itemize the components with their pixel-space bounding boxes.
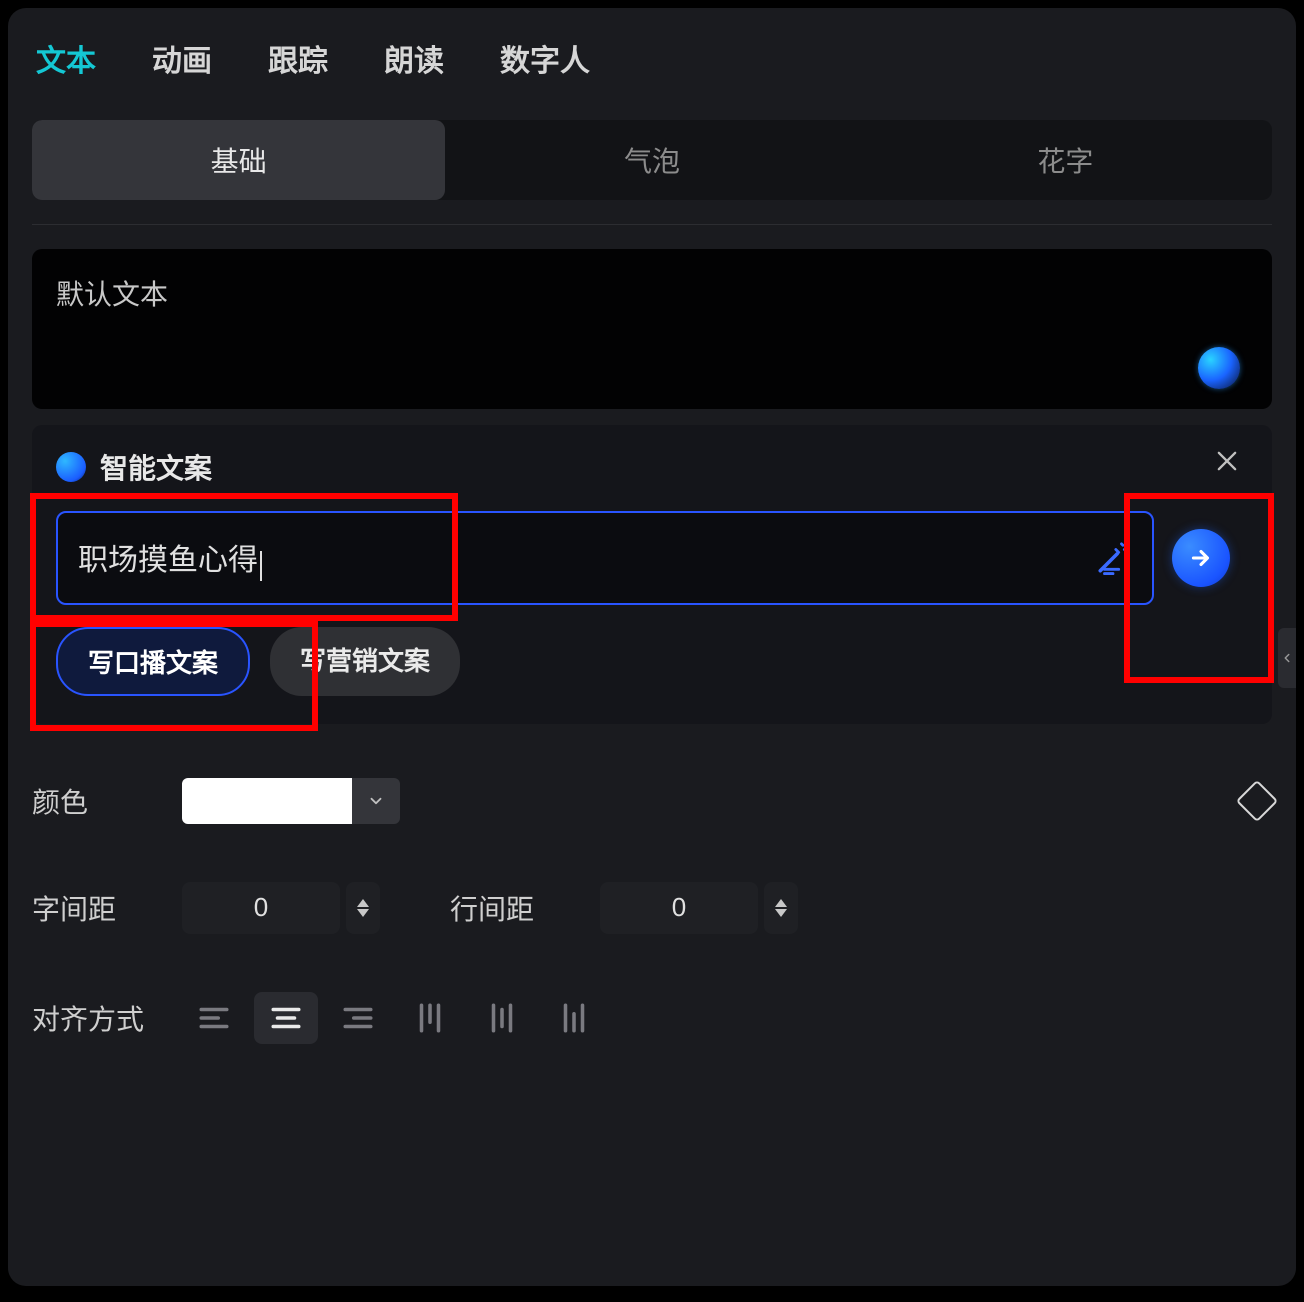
letter-spacing-input[interactable]: 0 [182,882,340,934]
chevron-up-icon[interactable] [775,899,787,907]
sub-tab-fancy[interactable]: 花字 [859,120,1272,200]
top-tabs: 文本 动画 跟踪 朗读 数字人 [8,8,1296,104]
color-dropdown[interactable] [352,778,400,824]
chevron-down-icon[interactable] [357,909,369,917]
keyframe-diamond-icon[interactable] [1236,780,1278,822]
copy-type-chips: 写口播文案 写营销文案 [56,627,1248,696]
letter-spacing-label: 字间距 [32,888,182,928]
magic-wand-icon[interactable] [1094,539,1132,577]
chevron-up-icon[interactable] [357,899,369,907]
tab-read[interactable]: 朗读 [384,36,444,80]
text-content: 默认文本 [56,279,168,310]
smart-copy-title: 智能文案 [100,447,212,487]
smart-input-value: 职场摸鱼心得 [78,544,258,577]
chip-marketing-copy[interactable]: 写营销文案 [270,627,460,696]
ai-orb-icon[interactable] [1198,347,1240,389]
side-collapse-handle[interactable] [1278,628,1296,688]
letter-spacing-stepper[interactable] [346,882,380,934]
line-spacing-stepper[interactable] [764,882,798,934]
align-vertical-center-button[interactable] [470,992,534,1044]
smart-copy-header: 智能文案 [56,447,1248,487]
smart-copy-panel: 智能文案 职场摸鱼心得 [32,425,1272,724]
align-center-button[interactable] [254,992,318,1044]
align-label: 对齐方式 [32,998,182,1038]
text-content-box[interactable]: 默认文本 [32,249,1272,409]
close-icon[interactable] [1210,447,1244,481]
sub-tab-basic[interactable]: 基础 [32,120,445,200]
sub-tabs: 基础 气泡 花字 [32,120,1272,200]
align-vertical-left-button[interactable] [398,992,462,1044]
align-left-button[interactable] [182,992,246,1044]
send-button[interactable] [1172,529,1230,587]
ai-orb-small-icon [56,452,86,482]
tab-text[interactable]: 文本 [36,36,96,80]
align-right-button[interactable] [326,992,390,1044]
tab-digital-human[interactable]: 数字人 [500,36,590,80]
align-vertical-right-button[interactable] [542,992,606,1044]
tab-track[interactable]: 跟踪 [268,36,328,80]
color-swatch[interactable] [182,778,352,824]
spacing-row: 字间距 0 行间距 0 [32,882,1272,934]
smart-input-row: 职场摸鱼心得 [56,511,1248,605]
color-label: 颜色 [32,781,182,821]
alignment-row: 对齐方式 [32,992,1272,1044]
tab-animation[interactable]: 动画 [152,36,212,80]
divider [32,224,1272,225]
color-row: 颜色 [32,778,1272,824]
text-panel: 文本 动画 跟踪 朗读 数字人 基础 气泡 花字 默认文本 智能文案 职场摸鱼心… [8,8,1296,1286]
chevron-down-icon[interactable] [775,909,787,917]
line-spacing-input[interactable]: 0 [600,882,758,934]
chip-broadcast-copy[interactable]: 写口播文案 [56,627,250,696]
align-buttons [182,992,606,1044]
text-cursor [260,551,262,581]
sub-tab-bubble[interactable]: 气泡 [445,120,858,200]
line-spacing-label: 行间距 [450,888,600,928]
smart-input[interactable]: 职场摸鱼心得 [56,511,1154,605]
